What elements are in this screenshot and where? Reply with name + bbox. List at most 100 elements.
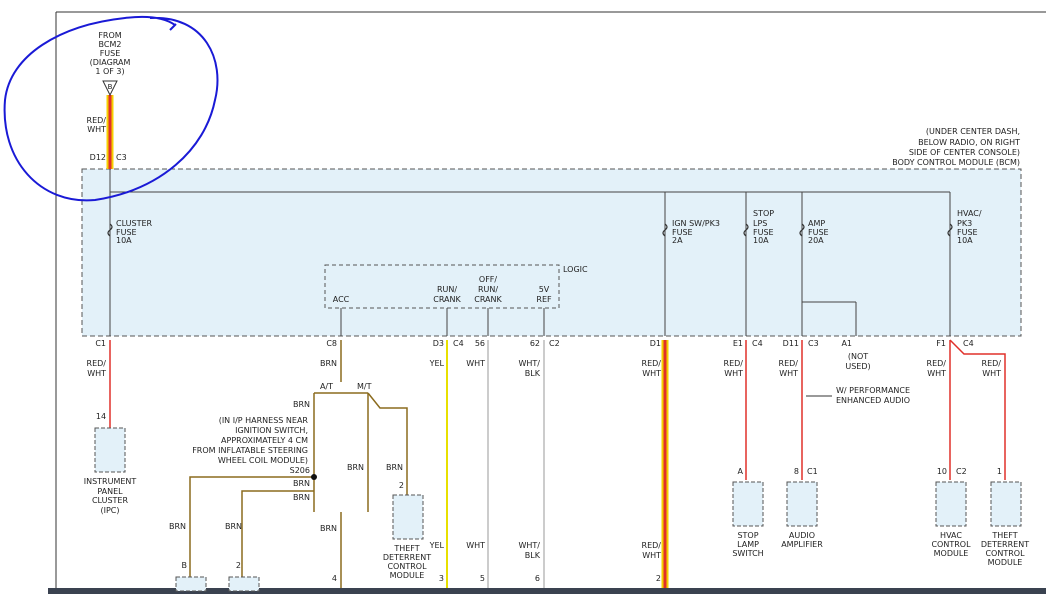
splice-id: S206 — [290, 466, 310, 475]
brn-at-mt — [313, 392, 369, 512]
fuse-stop-4: 10A — [753, 236, 769, 245]
splice-dot — [311, 474, 317, 480]
theft1-l1: THEFT — [393, 544, 419, 553]
w-ign-2b: WHT — [642, 551, 661, 560]
amp-box — [786, 481, 818, 527]
bcm-loc1: (UNDER CENTER DASH, — [926, 127, 1020, 136]
hvac-l2: CONTROL — [931, 540, 971, 549]
pin-c4c: C4 — [963, 339, 974, 348]
bottom-pin-6: 6 — [535, 574, 540, 583]
amp-l2: AMPLIFIER — [781, 540, 823, 549]
w-brn-5: BRN — [293, 479, 310, 488]
hvac-l3: MODULE — [934, 549, 969, 558]
w-amp-a: RED/ — [779, 359, 799, 368]
fuse-hvac-4: 10A — [957, 236, 973, 245]
w-at: A/T — [320, 382, 333, 391]
src-wire-color: RED/ — [87, 116, 107, 125]
src-page: 1 OF 3) — [95, 67, 124, 76]
splice-note5: WHEEL COIL MODULE) — [218, 456, 308, 465]
ipc-l4: (IPC) — [100, 506, 119, 515]
ipc-box — [94, 427, 126, 473]
splice-note3: APPROXIMATELY 4 CM — [221, 436, 308, 445]
theft2-l2: DETERRENT — [981, 540, 1029, 549]
w-brn-6: BRN — [293, 493, 310, 502]
w-yel-1: YEL — [429, 359, 445, 368]
splice-note4: FROM INFLATABLE STEERING — [192, 446, 308, 455]
theft2-box — [990, 481, 1022, 527]
bottom-pin-3: 3 — [439, 574, 444, 583]
w-brn-1: BRN — [320, 359, 337, 368]
brn-theft-wire — [367, 392, 408, 495]
ipc-l1: INSTRUMENT — [84, 477, 137, 486]
w-whtblk-2b: BLK — [525, 551, 541, 560]
hvac-pin: 10 — [937, 467, 947, 476]
w-whtblk-2a: WHT/ — [518, 541, 540, 550]
hvac-l1: HVAC — [940, 531, 962, 540]
w-theft2-a: RED/ — [982, 359, 1002, 368]
logic-ref1: 5V — [539, 285, 550, 294]
fuse-amp-1: AMP — [808, 219, 825, 228]
w-brn-4: BRN — [386, 463, 403, 472]
w-mt: M/T — [357, 382, 372, 391]
w-wht-2: WHT — [466, 541, 485, 550]
w-yel-2: YEL — [429, 541, 445, 550]
theft1-l4: MODULE — [390, 571, 425, 580]
fuse-hvac-2: PK3 — [957, 219, 972, 228]
bottom-pin-4: 4 — [332, 574, 337, 583]
fuse-stop-1: STOP — [753, 209, 774, 218]
pin-c2: C2 — [549, 339, 560, 348]
bcm-loc2: BELOW RADIO, ON RIGHT — [918, 138, 1020, 147]
w-ign-1a: RED/ — [642, 359, 662, 368]
logic-off2: RUN/ — [478, 285, 498, 294]
w-perf-2: ENHANCED AUDIO — [836, 396, 910, 405]
pin-d11: D11 — [783, 339, 799, 348]
logic-acc: ACC — [333, 295, 350, 304]
w-stop-a: RED/ — [724, 359, 744, 368]
fuse-hvac-1: HVAC/ — [957, 209, 982, 218]
w-hvac-a: RED/ — [927, 359, 947, 368]
src-diagram: (DIAGRAM — [90, 58, 131, 67]
splice-note2: IGNITION SWITCH, — [235, 426, 308, 435]
w-notused-2: USED) — [845, 362, 870, 371]
pin-62: 62 — [530, 339, 540, 348]
theft1-l3: CONTROL — [387, 562, 427, 571]
stop-sw-l1: STOP — [737, 531, 758, 540]
hand-circle-tail — [169, 23, 177, 31]
w-brn-8: BRN — [169, 522, 186, 531]
logic-run2: CRANK — [433, 295, 461, 304]
pin-c8: C8 — [326, 339, 337, 348]
w-ipc-1: RED/ — [87, 359, 107, 368]
theft2-l1: THEFT — [991, 531, 1017, 540]
logic-ref2: REF — [536, 295, 552, 304]
bcm-loc3: SIDE OF CENTER CONSOLE) — [909, 148, 1020, 157]
stop-sw-l2: LAMP — [737, 540, 759, 549]
stop-sw-pin: A — [738, 467, 744, 476]
ipc-l2: PANEL — [97, 487, 123, 496]
fuse-stop-2: LPS — [753, 219, 767, 228]
theft2-pin: 1 — [997, 467, 1002, 476]
amp-pin: 8 — [794, 467, 799, 476]
src-connector-letter: B — [108, 83, 113, 91]
splice-note1: (IN I/P HARNESS NEAR — [219, 416, 309, 425]
fuse-cluster-1: CLUSTER — [116, 219, 153, 228]
w-whtblk-1a: WHT/ — [518, 359, 540, 368]
theft1-pin: 2 — [399, 481, 404, 490]
pin-e1: E1 — [733, 339, 743, 348]
theft2-l4: MODULE — [988, 558, 1023, 567]
w-ign-1b: WHT — [642, 369, 661, 378]
theft1-l2: DETERRENT — [383, 553, 431, 562]
bottom-pin-5: 5 — [480, 574, 485, 583]
wiring-diagram: FROM BCM2 FUSE (DIAGRAM 1 OF 3) B RED/ W… — [0, 0, 1046, 594]
pin-f1: F1 — [936, 339, 946, 348]
bcm-name: BODY CONTROL MODULE (BCM) — [892, 158, 1020, 167]
fuse-amp-3: 20A — [808, 236, 824, 245]
schematic: FROM BCM2 FUSE (DIAGRAM 1 OF 3) B RED/ W… — [3, 11, 1046, 594]
ipc-pin: 14 — [96, 412, 106, 421]
w-stop-b: WHT — [724, 369, 743, 378]
amp-l1: AUDIO — [789, 531, 815, 540]
pin-a1: A1 — [841, 339, 852, 348]
bcm-box — [81, 168, 1022, 337]
w-hvac-b: WHT — [927, 369, 946, 378]
w-brn-2: BRN — [293, 400, 310, 409]
stop-switch-box — [732, 481, 764, 527]
